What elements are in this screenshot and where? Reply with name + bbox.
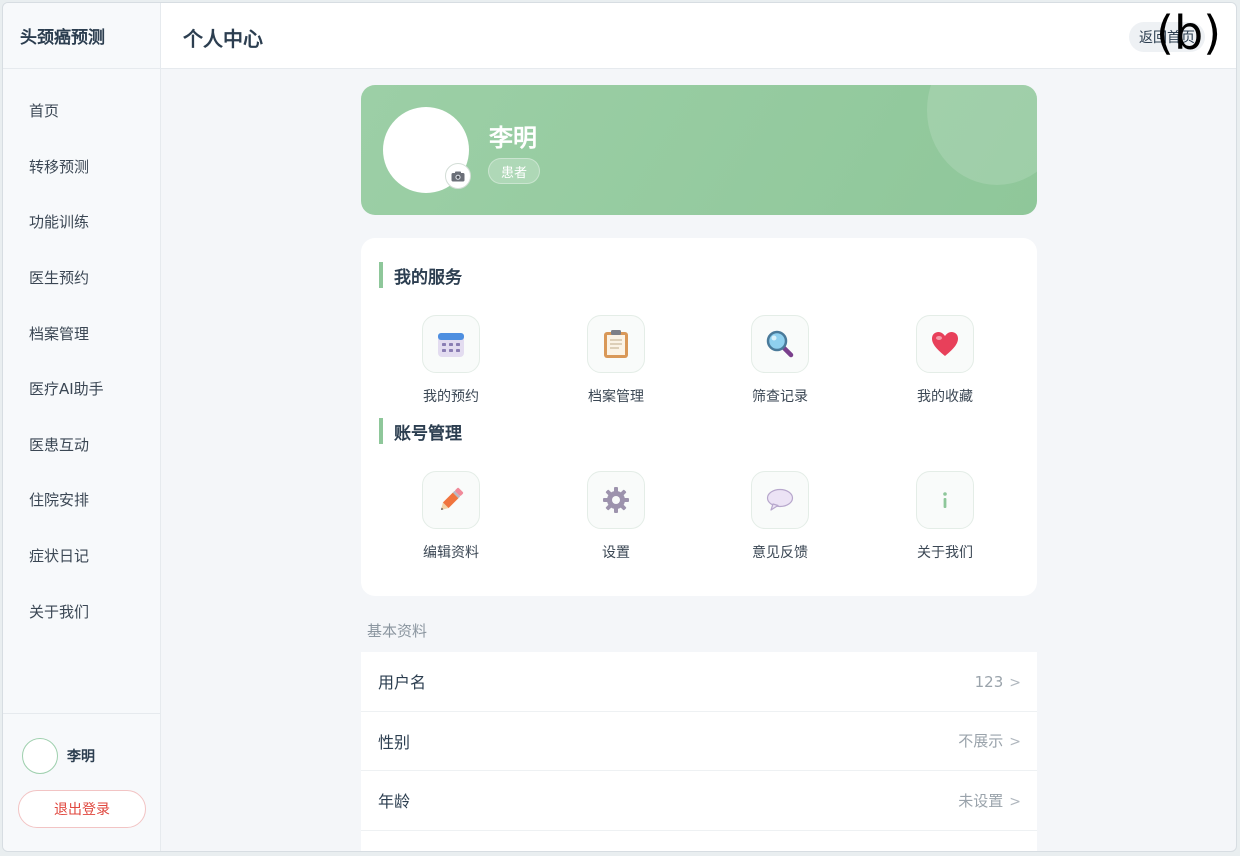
sidebar-user[interactable]: 李明 — [22, 738, 95, 774]
info-value-group: 123 > — [975, 672, 1021, 691]
service-screening-history[interactable]: 筛查记录 — [720, 315, 840, 406]
chevron-right-icon: > — [1009, 734, 1021, 751]
account-label: 编辑资料 — [423, 545, 479, 561]
chevron-right-icon: > — [1009, 793, 1021, 810]
account-label: 意见反馈 — [752, 545, 808, 561]
info-row-age[interactable]: 年龄 未设置 > — [361, 771, 1037, 831]
profile-name: 李明 — [489, 124, 537, 152]
avatar — [22, 738, 58, 774]
info-value: 不展示 — [958, 732, 1004, 751]
account-settings[interactable]: 设置 — [556, 471, 676, 562]
sidebar-item-function-training[interactable]: 功能训练 — [3, 194, 160, 250]
info-value: 未设置 — [958, 791, 1004, 810]
pencil-icon — [422, 471, 480, 529]
services-card: 我的服务 我的预约 档案管理 筛查记录 我的收藏 账号管理 编辑资料 设置 意见… — [361, 238, 1037, 596]
calendar-icon — [422, 315, 480, 373]
profile-card: 李明 患者 — [361, 85, 1037, 215]
service-records[interactable]: 档案管理 — [556, 315, 676, 406]
account-about-us[interactable]: 关于我们 — [885, 471, 1005, 562]
sidebar-item-doctor-appointment[interactable]: 医生预约 — [3, 250, 160, 306]
brand-title: 头颈癌预测 — [3, 3, 160, 69]
sidebar-nav: 首页 转移预测 功能训练 医生预约 档案管理 医疗AI助手 医患互动 住院安排 … — [3, 83, 160, 639]
service-favorites[interactable]: 我的收藏 — [885, 315, 1005, 406]
magnifier-icon — [751, 315, 809, 373]
account-feedback[interactable]: 意见反馈 — [720, 471, 840, 562]
info-value-group: 未设置 > — [958, 790, 1021, 811]
main-content: 李明 患者 我的服务 我的预约 档案管理 筛查记录 我的收藏 账号管理 编辑资料… — [361, 85, 1037, 851]
clipboard-icon — [587, 315, 645, 373]
header: 个人中心 返回首页 (b) — [161, 3, 1236, 69]
camera-icon[interactable] — [445, 163, 471, 189]
services-grid: 我的预约 档案管理 筛查记录 我的收藏 — [361, 315, 1037, 405]
service-label: 我的收藏 — [917, 389, 973, 405]
account-label: 关于我们 — [917, 545, 973, 561]
info-row-username[interactable]: 用户名 123 > — [361, 652, 1037, 712]
sidebar-item-records[interactable]: 档案管理 — [3, 305, 160, 361]
basic-info-list: 用户名 123 > 性别 不展示 > 年龄 未设置 > — [361, 652, 1037, 852]
gear-icon — [587, 471, 645, 529]
sidebar-user-name: 李明 — [67, 749, 95, 765]
info-icon — [916, 471, 974, 529]
role-badge: 患者 — [488, 158, 541, 184]
speech-bubble-icon — [751, 471, 809, 529]
chevron-right-icon: > — [1009, 674, 1021, 691]
logout-button[interactable]: 退出登录 — [18, 790, 146, 828]
sidebar-item-symptom-diary[interactable]: 症状日记 — [3, 528, 160, 584]
decorative-circle — [927, 85, 1037, 185]
sidebar: 头颈癌预测 首页 转移预测 功能训练 医生预约 档案管理 医疗AI助手 医患互动… — [3, 3, 161, 851]
service-my-appointments[interactable]: 我的预约 — [391, 315, 511, 406]
account-section-title: 账号管理 — [379, 418, 462, 444]
sidebar-item-doctor-patient[interactable]: 医患互动 — [3, 417, 160, 473]
sidebar-item-ai-assistant[interactable]: 医疗AI助手 — [3, 361, 160, 417]
basic-info-title: 基本资料 — [367, 622, 428, 640]
sidebar-item-home[interactable]: 首页 — [3, 83, 160, 139]
sidebar-footer: 李明 退出登录 — [3, 713, 161, 851]
info-label: 性别 — [378, 732, 411, 752]
sidebar-item-metastasis-prediction[interactable]: 转移预测 — [3, 139, 160, 195]
page-title: 个人中心 — [183, 27, 263, 51]
account-grid: 编辑资料 设置 意见反馈 关于我们 — [361, 471, 1037, 561]
app-window: 头颈癌预测 首页 转移预测 功能训练 医生预约 档案管理 医疗AI助手 医患互动… — [2, 2, 1237, 852]
info-row-partial — [361, 831, 1037, 852]
info-value-group: 不展示 > — [958, 730, 1021, 751]
info-label: 用户名 — [378, 673, 427, 693]
service-label: 筛查记录 — [752, 389, 808, 405]
panel-label: (b) — [1156, 6, 1222, 60]
info-label: 年龄 — [378, 792, 411, 812]
heart-icon — [916, 315, 974, 373]
info-value: 123 — [974, 672, 1004, 691]
info-row-gender[interactable]: 性别 不展示 > — [361, 712, 1037, 771]
services-section-title: 我的服务 — [379, 262, 462, 288]
service-label: 我的预约 — [423, 389, 479, 405]
account-label: 设置 — [602, 545, 630, 561]
sidebar-item-hospitalization[interactable]: 住院安排 — [3, 472, 160, 528]
account-edit-profile[interactable]: 编辑资料 — [391, 471, 511, 562]
sidebar-item-about[interactable]: 关于我们 — [3, 583, 160, 639]
service-label: 档案管理 — [588, 389, 644, 405]
